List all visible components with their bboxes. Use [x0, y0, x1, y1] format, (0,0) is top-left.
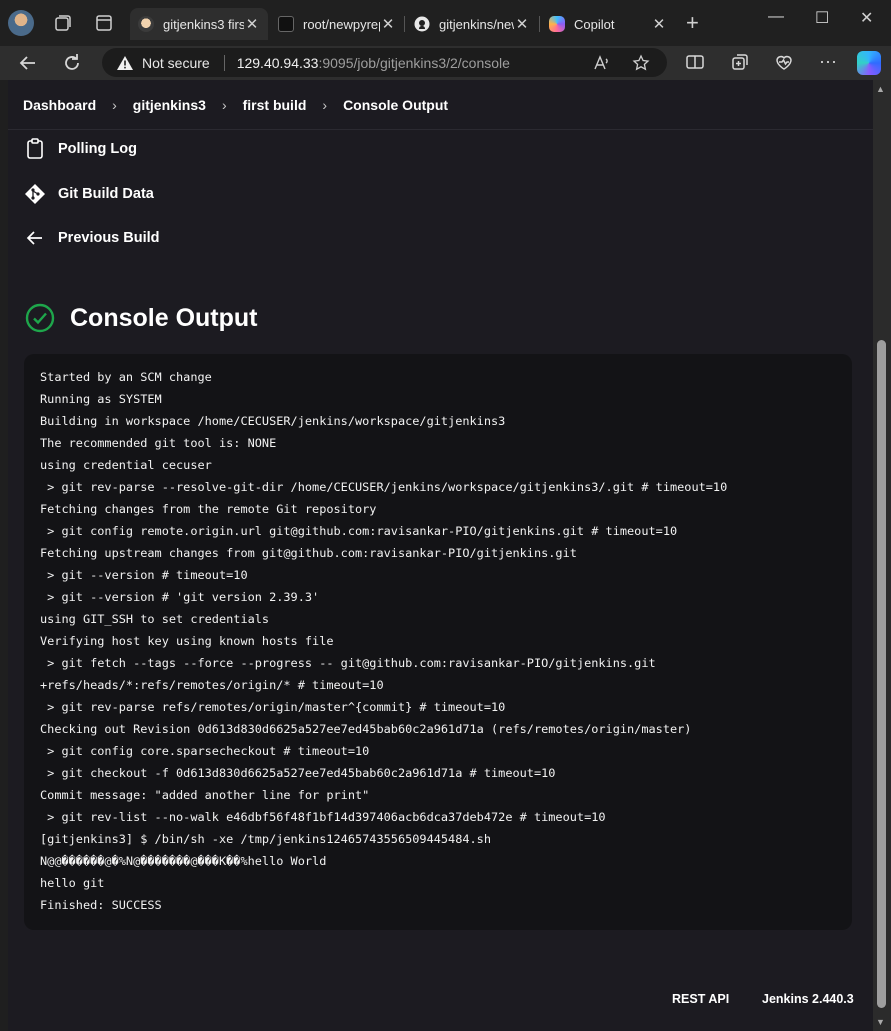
close-icon[interactable]: ✕ [244, 15, 260, 33]
console-line: Verifying host key using known hosts fil… [40, 634, 334, 648]
breadcrumb: Dashboard › gitjenkins3 › first build › … [8, 80, 873, 130]
close-icon[interactable]: ✕ [651, 15, 667, 33]
close-icon[interactable]: ✕ [380, 15, 396, 33]
console-line: +refs/heads/*:refs/remotes/origin/* # ti… [40, 678, 384, 692]
console-line: using GIT_SSH to set credentials [40, 612, 270, 626]
console-line: > git rev-parse --resolve-git-dir /home/… [40, 480, 728, 494]
tab-title: Copilot [574, 16, 615, 32]
split-screen-icon[interactable] [684, 51, 706, 73]
console-line: Checking out Revision 0d613d830d6625a527… [40, 722, 692, 736]
console-line: > git config remote.origin.url git@githu… [40, 524, 678, 538]
git-icon [24, 183, 46, 205]
console-line: Started by an SCM change [40, 370, 212, 384]
refresh-icon[interactable] [60, 51, 84, 75]
console-line: > git --version # 'git version 2.39.3' [40, 590, 320, 604]
console-line: Fetching changes from the remote Git rep… [40, 502, 377, 516]
breadcrumb-dashboard[interactable]: Dashboard [23, 97, 96, 113]
tab-separator [539, 16, 540, 32]
console-output-heading: Console Output [24, 302, 257, 334]
new-tab-plus-icon[interactable]: + [686, 12, 699, 34]
clipboard-icon [24, 138, 46, 160]
tab-separator [404, 16, 405, 32]
scroll-up-arrow-icon[interactable]: ▲ [876, 84, 885, 94]
sidebar-item-polling-log[interactable]: Polling Log [24, 138, 137, 160]
favorite-star-icon[interactable] [632, 54, 650, 72]
collections-icon[interactable] [729, 51, 751, 73]
console-line: > git rev-list --no-walk e46dbf56f48f1bf… [40, 810, 606, 824]
tab-title: gitjenkins3 first build Console [163, 16, 244, 32]
console-line: Commit message: "added another line for … [40, 788, 370, 802]
tab-actions-icon[interactable] [93, 12, 115, 34]
console-line: Finished: SUCCESS [40, 898, 162, 912]
jenkins-version-link[interactable]: Jenkins 2.440.3 [762, 992, 854, 1006]
sidebar-item-label: Git Build Data [58, 186, 154, 202]
url-path: :9095/job/gitjenkins3/2/console [318, 54, 510, 71]
console-line: > git config core.sparsecheckout # timeo… [40, 744, 370, 758]
warning-icon[interactable] [116, 55, 134, 71]
console-line: > git --version # timeout=10 [40, 568, 248, 582]
copilot-icon [549, 16, 565, 32]
profile-avatar[interactable] [8, 10, 34, 36]
tab-gitjenkins-repo[interactable]: gitjenkins/newrepo ✕ [406, 8, 538, 40]
console-line: hello git [40, 876, 105, 890]
breadcrumb-console-output[interactable]: Console Output [343, 97, 448, 113]
url-host: 129.40.94.33 [236, 54, 319, 71]
security-label[interactable]: Not secure [142, 55, 210, 71]
more-menu-icon[interactable]: ··· [817, 50, 839, 72]
arrow-left-icon [24, 227, 46, 249]
chevron-right-icon: › [221, 96, 227, 113]
scrollbar[interactable]: ▲ ▼ [873, 80, 891, 1031]
scrollbar-thumb[interactable] [877, 340, 886, 1008]
gitlab-favicon-icon [278, 16, 294, 32]
console-line: > git fetch --tags --force --progress --… [40, 656, 656, 670]
console-line: Running as SYSTEM [40, 392, 162, 406]
url-field[interactable]: Not secure 129.40.94.33:9095/job/gitjenk… [102, 48, 667, 77]
tab-gitjenkins3[interactable]: gitjenkins3 first build Console ✕ [130, 8, 268, 40]
tab-newpyrepo[interactable]: root/newpyrepo ✕ [270, 8, 404, 40]
tab-title: gitjenkins/newrepo [439, 16, 514, 32]
sidebar-item-git-build-data[interactable]: Git Build Data [24, 183, 154, 205]
console-line: > git checkout -f 0d613d830d6625a527ee7e… [40, 766, 556, 780]
breadcrumb-job[interactable]: gitjenkins3 [133, 97, 206, 113]
read-aloud-icon[interactable] [592, 54, 610, 72]
check-circle-icon [25, 303, 55, 333]
console-line: Building in workspace /home/CECUSER/jenk… [40, 414, 506, 428]
divider [223, 54, 225, 71]
workspaces-icon[interactable] [52, 12, 74, 34]
sidebar-item-previous-build[interactable]: Previous Build [24, 227, 160, 249]
browser-essentials-icon[interactable] [773, 51, 795, 73]
page-title: Console Output [70, 303, 258, 332]
back-arrow-icon[interactable] [16, 51, 40, 75]
scroll-down-arrow-icon[interactable]: ▼ [876, 1017, 885, 1027]
console-line: Fetching upstream changes from git@githu… [40, 546, 577, 560]
minimize-icon[interactable]: — [768, 8, 784, 26]
console-line: using credential cecuser [40, 458, 212, 472]
chevron-right-icon: › [112, 96, 117, 113]
maximize-icon[interactable]: ☐ [815, 8, 829, 28]
copilot-sidebar-icon[interactable] [857, 51, 881, 75]
sidebar-item-label: Polling Log [58, 141, 137, 157]
breadcrumb-build[interactable]: first build [243, 97, 307, 113]
address-bar: Not secure 129.40.94.33:9095/job/gitjenk… [0, 46, 891, 80]
console-line: > git rev-parse refs/remotes/origin/mast… [40, 700, 506, 714]
tab-copilot[interactable]: Copilot ✕ [541, 8, 675, 40]
sidebar-item-label: Previous Build [58, 230, 160, 246]
chevron-right-icon: › [322, 96, 328, 113]
console-log: Started by an SCM change Running as SYSTE… [24, 354, 852, 930]
jenkins-page: Dashboard › gitjenkins3 › first build › … [8, 80, 873, 1031]
github-icon [414, 16, 430, 32]
rest-api-link[interactable]: REST API [672, 992, 729, 1006]
tab-title: root/newpyrepo [303, 16, 380, 32]
tab-strip: gitjenkins3 first build Console ✕ root/n… [0, 0, 891, 46]
window-close-icon[interactable]: ✕ [860, 8, 873, 28]
console-line: [gitjenkins3] $ /bin/sh -xe /tmp/jenkins… [40, 832, 492, 846]
close-icon[interactable]: ✕ [514, 15, 530, 33]
jenkins-favicon-icon [138, 16, 154, 32]
console-line: The recommended git tool is: NONE [40, 436, 277, 450]
console-line: N@@������@�%N@�������@���K��%hello World [40, 854, 327, 868]
